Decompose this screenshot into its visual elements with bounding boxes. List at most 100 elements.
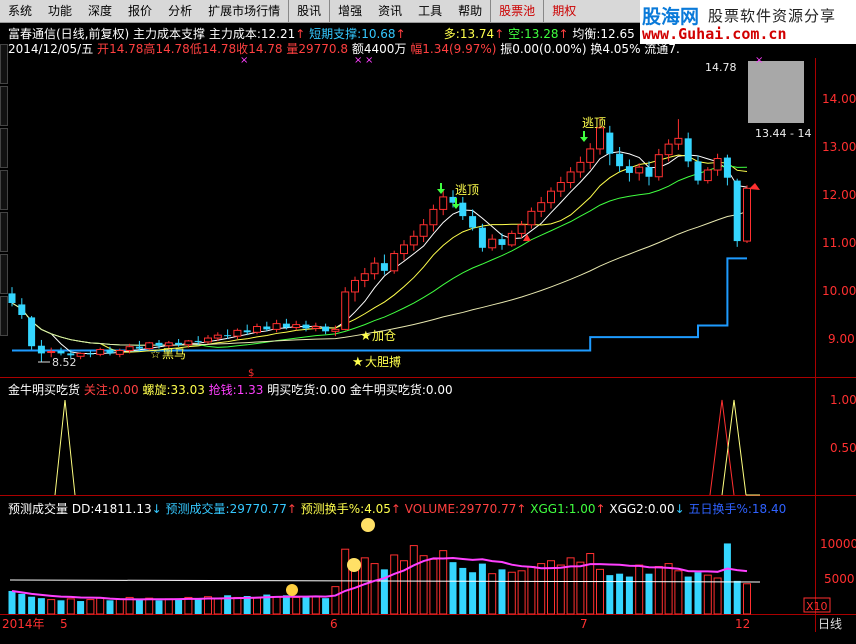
panel3-header: 预测成交量 DD:41811.13↓ 预测成交量:29770.77↑ 预测换手%…	[8, 502, 787, 516]
volume-bar	[360, 557, 369, 615]
menu-info[interactable]: 资讯	[370, 0, 410, 22]
menu-system[interactable]: 系统	[0, 0, 40, 22]
sell-arrow-icon	[580, 131, 588, 142]
volume-bar	[224, 595, 232, 614]
signal-spike	[709, 399, 735, 496]
menu-extended-market[interactable]: 扩展市场行情	[200, 0, 288, 22]
menu-quote[interactable]: 报价	[120, 0, 160, 22]
side-tab[interactable]	[0, 296, 8, 336]
volume-bar	[566, 557, 575, 615]
menu-help[interactable]: 帮助	[450, 0, 490, 22]
menu-enhance[interactable]: 增强	[329, 0, 370, 22]
candle-body	[400, 244, 408, 255]
panel3-tick: 10000	[820, 537, 856, 551]
volume-avg-line	[9, 579, 761, 583]
panel2-f2-label: 螺旋:	[142, 383, 171, 397]
avg-value: 12.65	[600, 27, 635, 41]
candle-body	[145, 342, 154, 350]
moving-average-lines	[11, 151, 748, 355]
candle-body	[507, 232, 516, 246]
volume-bar	[37, 598, 45, 614]
panel3-dd-value: 41811.13	[94, 502, 152, 516]
dark-horse-label: 黑马	[162, 347, 186, 361]
candle-body	[439, 196, 448, 210]
month-label: 5	[60, 617, 68, 631]
volume-bar	[282, 595, 290, 614]
candle-body	[155, 342, 163, 346]
quote-line: 2014/12/05/五 开14.78高14.78低14.78收14.78 量2…	[8, 40, 680, 57]
candle-body	[67, 353, 75, 356]
panel2-tick: 0.50	[830, 441, 856, 455]
vol-label: 量	[286, 42, 299, 56]
candle-body	[47, 350, 56, 353]
menu-function[interactable]: 功能	[40, 0, 80, 22]
panel2-f4-value: 0.00	[319, 383, 347, 397]
amount-value: 4400万	[363, 42, 407, 56]
volume-unit: X10	[806, 600, 828, 613]
candle-body	[488, 238, 497, 249]
menu-depth[interactable]: 深度	[80, 0, 120, 22]
menu-stock-pool[interactable]: 股票池	[490, 0, 543, 22]
escape-mid-label: 逃顶	[455, 183, 479, 197]
candle-body	[57, 351, 65, 354]
volume-bar	[331, 586, 340, 615]
candle-body	[322, 326, 330, 332]
candle-body	[616, 153, 624, 167]
side-tab[interactable]	[0, 128, 8, 168]
side-tab[interactable]	[0, 44, 8, 84]
panel3-dd-label: DD:	[71, 502, 95, 516]
volume-bar	[488, 573, 497, 615]
stock-title: 富春通信(日线,前复权)	[8, 27, 130, 41]
candle-body	[272, 323, 281, 330]
volume-bar	[351, 566, 359, 615]
volume-bar	[606, 575, 614, 614]
candle-body	[596, 127, 604, 150]
candle-body	[723, 157, 731, 178]
volume-bar	[341, 548, 350, 615]
candle-body	[527, 210, 536, 226]
panel2-f1-value: 0.00	[111, 383, 139, 397]
volume-bar	[625, 576, 633, 614]
volume-bar	[654, 565, 663, 615]
side-tab[interactable]	[0, 170, 8, 210]
menu-analysis[interactable]: 分析	[160, 0, 200, 22]
menu-stock-news[interactable]: 股讯	[288, 0, 329, 22]
panel2-f4-label: 明买吃货:	[267, 383, 320, 397]
candle-body	[684, 138, 692, 162]
panel3-t5-value: 18.40	[751, 502, 787, 516]
side-tab[interactable]	[0, 254, 8, 294]
smiley-icon	[361, 518, 375, 532]
menu-options[interactable]: 期权	[543, 0, 584, 22]
candle-body	[263, 326, 271, 330]
candle-body	[175, 342, 183, 345]
volume-bars	[8, 543, 751, 615]
price-tick: 10.00	[822, 284, 856, 298]
panel3-x1-value: 1.00	[568, 502, 596, 516]
volume-bar	[478, 563, 486, 614]
candle-body	[96, 349, 105, 355]
menu-tools[interactable]: 工具	[410, 0, 450, 22]
side-tab[interactable]	[0, 212, 8, 252]
volume-bar	[586, 553, 595, 615]
candle-body	[664, 143, 673, 156]
cost-label: 主力成本:	[208, 27, 261, 41]
sell-arrow-icon	[452, 198, 460, 209]
candle-body	[743, 187, 751, 242]
volume-bar	[498, 569, 506, 614]
chart-annotations: 逃顶 逃顶 ★ 加仓 ★ 大胆搏 ☆ 黑马 8.52 $ × × × ×	[38, 55, 763, 379]
volume-bar	[253, 597, 261, 615]
ma10-line	[11, 154, 748, 353]
panel2-f3-label: 抢钱:	[208, 383, 237, 397]
marker-icon: ×	[755, 55, 763, 66]
candle-body	[292, 324, 301, 328]
panel2-header: 金牛明买吃货 关注:0.00 螺旋:33.03 抢钱:1.33 明买吃货:0.0…	[8, 381, 453, 398]
range-label: 13.44 - 14	[755, 127, 811, 140]
cost-step-line	[12, 257, 747, 352]
month-label: 12	[735, 617, 750, 631]
volume-bar	[449, 562, 457, 614]
candle-body	[566, 171, 575, 184]
candle-body	[351, 279, 359, 293]
candle-body	[713, 158, 722, 171]
side-tab[interactable]	[0, 86, 8, 126]
support-label: 短期支撑:	[309, 27, 362, 41]
